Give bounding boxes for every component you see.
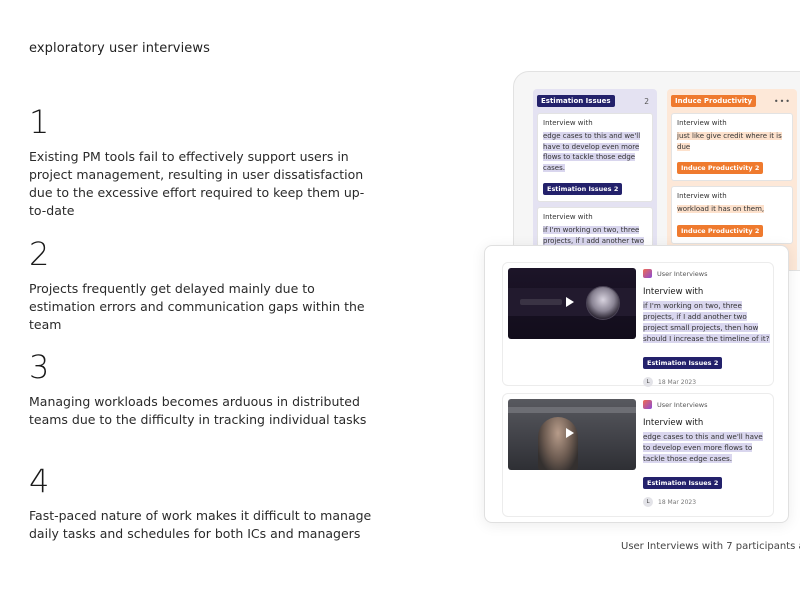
page-title: exploratory user interviews	[29, 41, 210, 56]
entry-chip[interactable]: Estimation Issues 2	[643, 477, 723, 489]
more-dots-icon[interactable]: •••	[774, 97, 791, 106]
avatar: L	[643, 497, 653, 507]
card-quote: just like give credit where it is due	[677, 132, 782, 151]
entry-source: User Interviews	[643, 269, 771, 278]
board-card[interactable]: Interview with just like give credit whe…	[671, 113, 793, 181]
entry-footer: L 18 Mar 2023	[643, 497, 771, 507]
interview-entry[interactable]: User Interviews Interview with edge case…	[502, 393, 774, 517]
entry-title: Interview with	[643, 287, 704, 297]
interview-entry[interactable]: User Interviews Interview with if I'm wo…	[502, 262, 774, 387]
entry-date: 18 Mar 2023	[658, 498, 697, 506]
play-icon[interactable]	[566, 428, 574, 438]
column-header: Estimation Issues 2	[537, 93, 653, 109]
finding-4: 4 Fast-paced nature of work makes it dif…	[29, 465, 379, 543]
participant-figure	[538, 417, 578, 470]
entry-meta: User Interviews Interview with if I'm wo…	[643, 269, 771, 387]
card-chip[interactable]: Induce Productivity 2	[677, 162, 764, 174]
source-label: User Interviews	[657, 269, 708, 278]
video-bar	[520, 299, 562, 305]
finding-1: 1 Existing PM tools fail to effectively …	[29, 106, 379, 220]
finding-2: 2 Projects frequently get delayed mainly…	[29, 238, 379, 334]
entry-title: Interview with	[643, 418, 704, 428]
card-quote: workload it has on them,	[677, 205, 765, 213]
user-interviews-logo-icon	[643, 269, 652, 278]
entry-quote: if I'm working on two, three projects, i…	[643, 301, 770, 343]
board-column-estimation: Estimation Issues 2 Interview with edge …	[533, 89, 657, 270]
board-card[interactable]: Interview with workload it has on them, …	[671, 186, 793, 244]
finding-number: 2	[29, 235, 50, 273]
finding-text: Existing PM tools fail to effectively su…	[29, 149, 365, 218]
video-strip	[508, 407, 636, 413]
board-column-induce: Induce Productivity ••• Interview with j…	[667, 89, 797, 270]
card-label: Interview with	[677, 119, 727, 127]
board-card[interactable]: Interview with edge cases to this and we…	[537, 113, 653, 202]
entry-quote: edge cases to this and we'll have to dev…	[643, 432, 763, 463]
card-chip[interactable]: Estimation Issues 2	[543, 183, 623, 195]
entry-meta: User Interviews Interview with edge case…	[643, 400, 771, 507]
entry-date: 18 Mar 2023	[658, 378, 697, 386]
affinity-board: Estimation Issues 2 Interview with edge …	[513, 71, 800, 271]
card-quote: edge cases to this and we'll have to dev…	[543, 132, 641, 172]
finding-number: 3	[29, 348, 50, 386]
column-count: 2	[644, 96, 649, 106]
column-header: Induce Productivity •••	[671, 93, 793, 109]
card-label: Interview with	[543, 119, 593, 127]
entry-source: User Interviews	[643, 400, 771, 409]
entry-chip[interactable]: Estimation Issues 2	[643, 357, 723, 369]
card-label: Interview with	[543, 213, 593, 221]
finding-3: 3 Managing workloads becomes arduous in …	[29, 351, 379, 429]
finding-text: Projects frequently get delayed mainly d…	[29, 281, 365, 332]
finding-text: Managing workloads becomes arduous in di…	[29, 394, 367, 427]
column-tag[interactable]: Induce Productivity	[671, 94, 757, 108]
finding-number: 4	[29, 462, 50, 500]
user-interviews-logo-icon	[643, 400, 652, 409]
finding-text: Fast-paced nature of work makes it diffi…	[29, 508, 372, 541]
participant-face	[586, 286, 620, 320]
card-label: Interview with	[677, 192, 727, 200]
interview-panel: User Interviews Interview with if I'm wo…	[484, 245, 789, 523]
image-caption: User Interviews with 7 participants and	[621, 541, 800, 552]
avatar: L	[643, 377, 653, 387]
column-tag[interactable]: Estimation Issues	[537, 94, 615, 108]
video-thumbnail[interactable]	[508, 268, 636, 339]
source-label: User Interviews	[657, 400, 708, 409]
entry-footer: L 18 Mar 2023	[643, 377, 771, 387]
play-icon[interactable]	[566, 297, 574, 307]
card-chip[interactable]: Induce Productivity 2	[677, 224, 764, 237]
finding-number: 1	[29, 103, 50, 141]
video-thumbnail[interactable]	[508, 399, 636, 470]
